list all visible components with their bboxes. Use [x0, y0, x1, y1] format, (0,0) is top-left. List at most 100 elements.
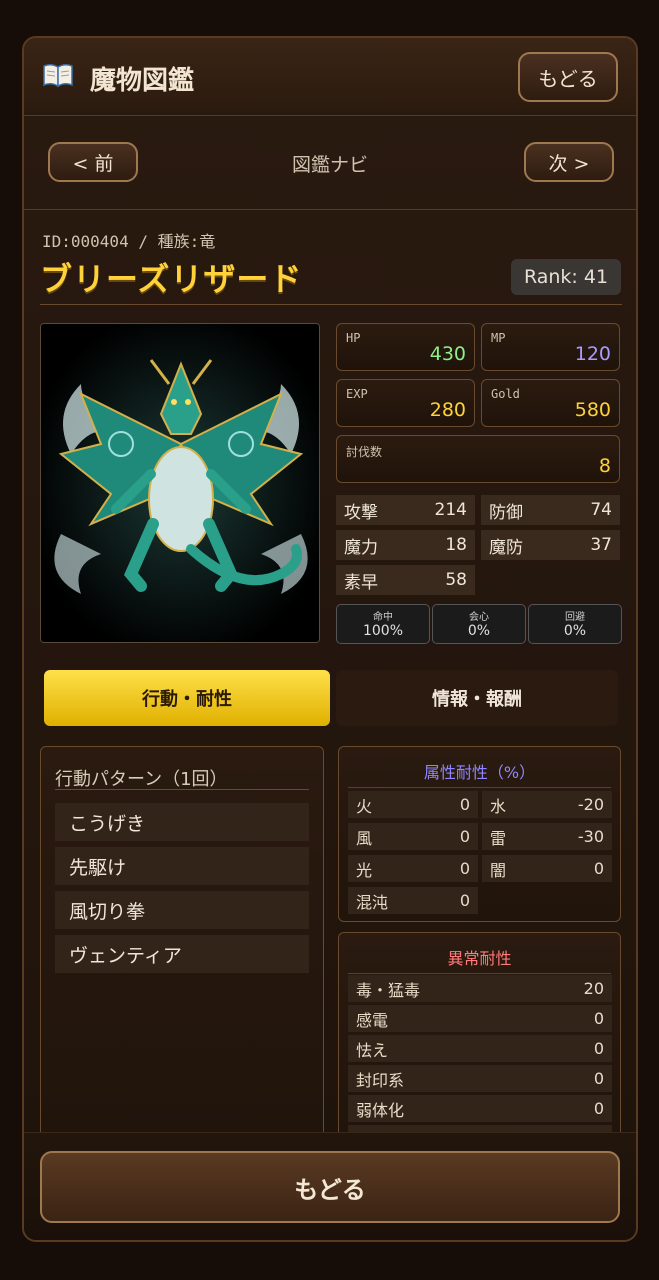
divider	[348, 787, 611, 788]
gold-value: 580	[574, 399, 611, 421]
resist-name: 毒・猛毒	[356, 980, 421, 1000]
resist-value: 0	[593, 1099, 604, 1118]
crit-value: 0%	[467, 623, 491, 639]
mdef-stat: 魔防 37	[481, 530, 620, 560]
attack-stat: 攻撃 214	[336, 495, 475, 525]
resist-name: 感電	[356, 1010, 389, 1030]
elemental-resist-box: 属性耐性（%） 火0 水 -20 風0 雷 -30 光0 闇0 混沌 0	[338, 746, 621, 922]
resist-row: 混沌 0	[348, 887, 478, 914]
mdef-value: 37	[590, 535, 612, 555]
divider	[348, 973, 611, 974]
magic-stat: 魔力 18	[336, 530, 475, 560]
action-pattern-box: 行動パターン（1回） こうげき 先駆け 風切り拳 ヴェンティア	[40, 746, 324, 1146]
exp-box: EXP 280	[336, 379, 475, 427]
hit-label: 命中	[373, 612, 393, 623]
hp-box: HP 430	[336, 323, 475, 371]
list-item: 先駆け	[55, 847, 309, 885]
resist-value: 0	[459, 827, 470, 846]
speed-label: 素早	[344, 572, 378, 593]
magic-value: 18	[445, 535, 467, 555]
resist-value: 0	[593, 1009, 604, 1028]
resist-name: 火	[356, 796, 373, 816]
kills-box: 討伐数 8	[336, 435, 620, 483]
crit-box: 会心 0%	[432, 604, 526, 644]
hp-label: HP	[346, 331, 361, 345]
evade-box: 回避 0%	[528, 604, 622, 644]
monster-name: ブリーズリザード	[40, 260, 303, 298]
bestiary-panel: 魔物図鑑 もどる < 前 図鑑ナビ 次 > ID:000404 / 種族:竜 ブ…	[22, 36, 638, 1242]
mp-label: MP	[491, 331, 506, 345]
speed-stat: 素早 58	[336, 565, 475, 595]
resist-name: 雷	[490, 828, 507, 848]
wind-dragon-image	[41, 324, 319, 642]
resist-name: 怯え	[356, 1040, 389, 1060]
status-title: 異常耐性	[447, 949, 512, 968]
header: 魔物図鑑 もどる	[24, 38, 636, 116]
resist-name: 水	[490, 796, 507, 816]
resist-row: 封印系 0	[348, 1065, 612, 1092]
resist-value: 20	[583, 979, 604, 998]
speed-value: 58	[445, 570, 467, 590]
list-item: 風切り拳	[55, 891, 309, 929]
mdef-label: 魔防	[489, 537, 523, 558]
evade-value: 0%	[563, 623, 587, 639]
monster-portrait	[40, 323, 320, 643]
resist-name: 風	[356, 828, 373, 848]
bestiary-nav: < 前 図鑑ナビ 次 >	[24, 116, 636, 210]
resist-value: -30	[577, 827, 604, 846]
elemental-title: 属性耐性（%）	[423, 763, 536, 782]
resist-value: -20	[577, 795, 604, 814]
kills-value: 8	[598, 455, 611, 477]
hit-box: 命中 100%	[336, 604, 430, 644]
back-button-header[interactable]: もどる	[518, 52, 618, 102]
book-icon	[43, 63, 73, 88]
exp-label: EXP	[346, 387, 368, 401]
resist-value: 0	[459, 795, 470, 814]
attack-value: 214	[434, 500, 467, 520]
next-button[interactable]: 次 >	[524, 142, 614, 182]
resist-row: 弱体化 0	[348, 1095, 612, 1122]
hp-value: 430	[429, 343, 466, 365]
resist-value: 0	[593, 1069, 604, 1088]
resist-row: 火0	[348, 791, 478, 818]
tab-actions-resist[interactable]: 行動・耐性	[44, 670, 330, 726]
status-resist-box: 異常耐性 毒・猛毒 20 感電 0 怯え 0 封印系 0 弱体化 0	[338, 932, 621, 1146]
rank-badge: Rank: 41	[511, 259, 621, 295]
attack-label: 攻撃	[344, 502, 378, 523]
resist-name: 封印系	[356, 1070, 405, 1090]
evade-label: 回避	[565, 612, 585, 623]
resist-row: 光0	[348, 855, 478, 882]
list-item: こうげき	[55, 803, 309, 841]
resist-name: 光	[356, 860, 373, 880]
defense-value: 74	[590, 500, 612, 520]
resist-row: 怯え 0	[348, 1035, 612, 1062]
action-pattern-title: 行動パターン（1回）	[55, 769, 228, 790]
monster-meta: ID:000404 / 種族:竜	[42, 232, 216, 251]
resist-row: 感電 0	[348, 1005, 612, 1032]
resist-value: 0	[593, 1039, 604, 1058]
page-title: 魔物図鑑	[90, 66, 195, 96]
tab-info-rewards[interactable]: 情報・報酬	[336, 670, 618, 726]
back-button[interactable]: もどる	[40, 1151, 620, 1223]
magic-label: 魔力	[344, 537, 378, 558]
mp-box: MP 120	[481, 323, 620, 371]
resist-row: 闇0	[482, 855, 612, 882]
defense-label: 防御	[489, 502, 523, 523]
divider	[55, 789, 309, 790]
resist-name: 闇	[490, 860, 507, 880]
gold-box: Gold 580	[481, 379, 620, 427]
resist-name: 混沌	[356, 892, 389, 912]
resist-row: 雷 -30	[482, 823, 612, 850]
list-item: ヴェンティア	[55, 935, 309, 973]
divider	[40, 304, 622, 305]
defense-stat: 防御 74	[481, 495, 620, 525]
gold-label: Gold	[491, 387, 520, 401]
resist-name: 弱体化	[356, 1100, 405, 1120]
resist-row: 毒・猛毒 20	[348, 975, 612, 1002]
hit-value: 100%	[362, 623, 404, 639]
exp-value: 280	[429, 399, 466, 421]
footer: もどる	[24, 1132, 636, 1240]
mp-value: 120	[574, 343, 611, 365]
resist-value: 0	[459, 859, 470, 878]
resist-row: 水 -20	[482, 791, 612, 818]
